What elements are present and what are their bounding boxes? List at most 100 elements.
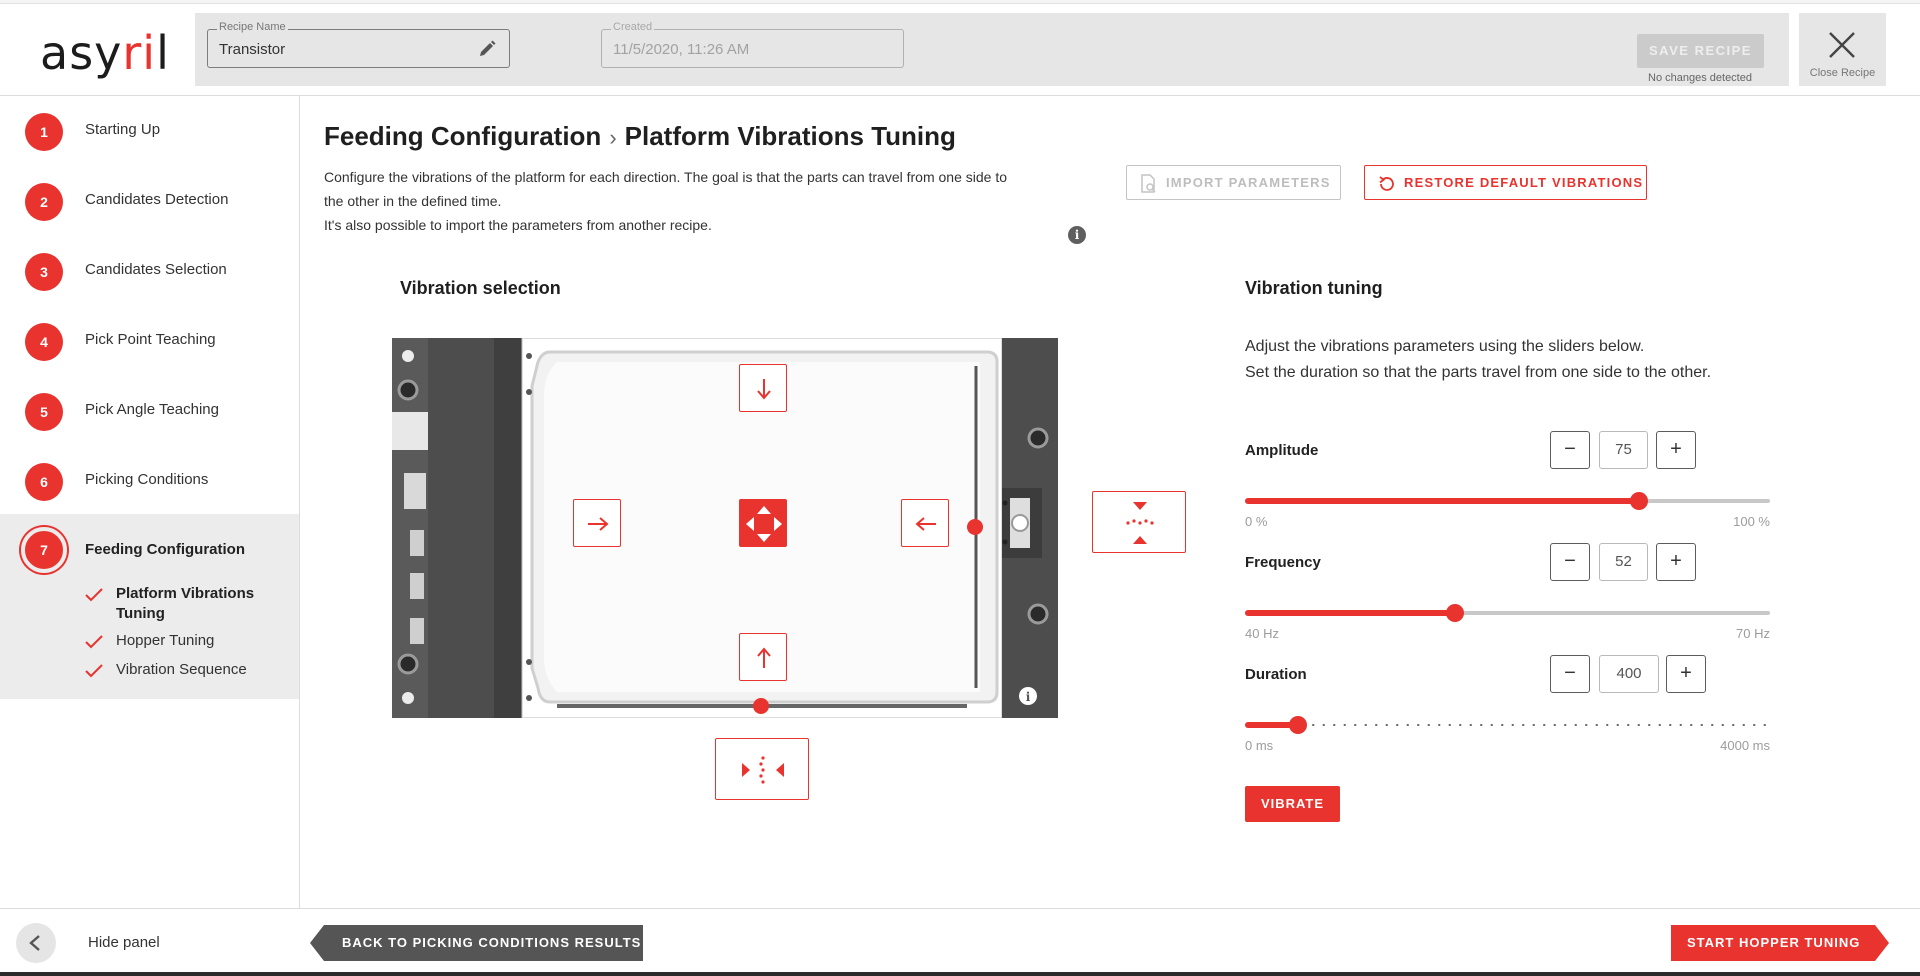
logo-text: asy: [40, 26, 123, 80]
slider-thumb[interactable]: [1630, 492, 1648, 510]
info-icon[interactable]: i: [1068, 226, 1086, 244]
close-recipe-button[interactable]: Close Recipe: [1799, 13, 1886, 86]
description-line: the other in the defined time.: [324, 193, 502, 209]
sidebar-step-pick-point-teaching[interactable]: 4 Pick Point Teaching: [0, 306, 299, 376]
restore-default-vibrations-button[interactable]: RESTORE DEFAULT VIBRATIONS: [1364, 165, 1647, 200]
step-label: Candidates Detection: [85, 191, 229, 208]
direction-right-button[interactable]: [573, 499, 621, 547]
arrow-down-icon: [757, 379, 771, 400]
slider-ticks: [1245, 724, 1770, 726]
start-hopper-tuning-button[interactable]: START HOPPER TUNING: [1671, 925, 1889, 961]
step-number: 2: [25, 183, 63, 221]
step-label: Feeding Configuration: [85, 541, 245, 558]
created-label: Created: [611, 21, 655, 33]
direction-converge-horizontal-button[interactable]: [715, 738, 809, 800]
step-label: Pick Point Teaching: [85, 331, 216, 348]
created-field: Created 11/5/2020, 11:26 AM: [601, 21, 904, 68]
save-recipe-button[interactable]: SAVE RECIPE: [1637, 34, 1764, 68]
slider-thumb[interactable]: [1289, 716, 1307, 734]
taskbar-strip: [0, 972, 1920, 976]
import-parameters-button[interactable]: IMPORT PARAMETERS: [1126, 165, 1341, 200]
frequency-max-label: 70 Hz: [1736, 626, 1770, 641]
recipe-name-field[interactable]: Recipe Name Transistor: [207, 21, 510, 68]
sidebar-step-pick-angle-teaching[interactable]: 5 Pick Angle Teaching: [0, 376, 299, 446]
duration-label: Duration: [1245, 666, 1307, 683]
step-number: 4: [25, 323, 63, 361]
created-value: 11/5/2020, 11:26 AM: [613, 41, 750, 58]
tuning-text-line: Adjust the vibrations parameters using t…: [1245, 338, 1645, 355]
svg-text:i: i: [1026, 690, 1031, 704]
substep-label: Hopper Tuning: [116, 632, 215, 649]
amplitude-decrement-button[interactable]: −: [1550, 431, 1590, 469]
recipe-bar: Recipe Name Transistor Created 11/5/2020…: [195, 13, 1789, 86]
page-title: Feeding Configuration › Platform Vibration…: [324, 121, 956, 152]
amplitude-value[interactable]: 75: [1599, 431, 1648, 469]
hide-panel-label[interactable]: Hide panel: [88, 934, 160, 951]
logo-text-end: l: [156, 26, 170, 80]
frequency-slider[interactable]: [1245, 601, 1770, 625]
duration-increment-button[interactable]: +: [1666, 655, 1706, 693]
direction-converge-vertical-button[interactable]: [1092, 491, 1186, 553]
tuning-text-line: Set the duration so that the parts trave…: [1245, 364, 1712, 381]
converge-vertical-icon: [1126, 502, 1154, 544]
arrow-right-icon: [588, 517, 609, 531]
direction-up-button[interactable]: [739, 633, 787, 681]
converge-horizontal-icon: [742, 756, 784, 784]
tuning-instructions: Adjust the vibrations parameters using t…: [1245, 334, 1845, 386]
logo-text-accent: ri: [122, 26, 157, 80]
breadcrumb-parent[interactable]: Feeding Configuration: [324, 121, 601, 151]
vibrate-button[interactable]: VIBRATE: [1245, 786, 1340, 822]
step-number: 1: [25, 113, 63, 151]
header: asyril Recipe Name Transistor Created 11…: [0, 4, 1920, 96]
sidebar-step-candidates-detection[interactable]: 2 Candidates Detection: [0, 166, 299, 236]
step-label: Pick Angle Teaching: [85, 401, 219, 418]
step-number: 7: [21, 527, 67, 573]
amplitude-min-label: 0 %: [1245, 514, 1268, 529]
direction-down-button[interactable]: [739, 364, 787, 412]
frequency-min-label: 40 Hz: [1245, 626, 1279, 641]
duration-value[interactable]: 400: [1599, 655, 1659, 693]
sidebar-step-feeding-configuration[interactable]: 7 Feeding Configuration Platform Vibrati…: [0, 514, 299, 699]
vibration-tuning-title: Vibration tuning: [1245, 278, 1383, 298]
hide-panel-bar: Hide panel: [0, 908, 300, 976]
breadcrumb-separator: ›: [609, 125, 617, 150]
arrow-left-icon: [915, 517, 936, 531]
vibration-selection-title: Vibration selection: [400, 278, 561, 298]
duration-slider[interactable]: [1245, 713, 1770, 737]
description-line: It's also possible to import the paramet…: [324, 217, 712, 233]
hide-panel-button[interactable]: [16, 923, 56, 963]
chevron-left-icon: [29, 935, 40, 951]
slider-fill: [1245, 610, 1455, 616]
direction-all-button[interactable]: [739, 499, 787, 547]
amplitude-increment-button[interactable]: +: [1656, 431, 1696, 469]
back-to-picking-conditions-button[interactable]: BACK TO PICKING CONDITIONS RESULTS: [310, 925, 643, 961]
duration-min-label: 0 ms: [1245, 738, 1274, 753]
direction-left-button[interactable]: [901, 499, 949, 547]
main-content: Feeding Configuration › Platform Vibration…: [300, 96, 1920, 908]
asyril-logo: asyril: [40, 26, 170, 80]
platform-diagram: i: [392, 337, 1186, 800]
steps-sidebar: 1 Starting Up 2 Candidates Detection 3 C…: [0, 96, 300, 908]
frequency-decrement-button[interactable]: −: [1550, 543, 1590, 581]
frequency-value[interactable]: 52: [1599, 543, 1648, 581]
step-label: Starting Up: [85, 121, 161, 138]
substep-label: Vibration Sequence: [116, 661, 247, 678]
restore-default-vibrations-label: RESTORE DEFAULT VIBRATIONS: [1404, 175, 1644, 190]
sidebar-step-picking-conditions[interactable]: 6 Picking Conditions: [0, 446, 299, 516]
step-label: Candidates Selection: [85, 261, 227, 278]
restore-icon: [1379, 176, 1394, 191]
duration-max-label: 4000 ms: [1720, 738, 1770, 753]
spread-all-directions-icon: [746, 506, 782, 542]
amplitude-slider[interactable]: [1245, 489, 1770, 513]
duration-decrement-button[interactable]: −: [1550, 655, 1590, 693]
recipe-name-label: Recipe Name: [217, 21, 288, 33]
close-icon: [1829, 32, 1855, 58]
recipe-name-value[interactable]: Transistor: [219, 41, 285, 58]
pencil-icon[interactable]: [477, 39, 497, 59]
footer-nav: BACK TO PICKING CONDITIONS RESULTS START…: [300, 908, 1920, 976]
frequency-increment-button[interactable]: +: [1656, 543, 1696, 581]
close-recipe-label: Close Recipe: [1809, 67, 1876, 79]
sidebar-step-starting-up[interactable]: 1 Starting Up: [0, 96, 299, 166]
slider-thumb[interactable]: [1446, 604, 1464, 622]
sidebar-step-candidates-selection[interactable]: 3 Candidates Selection: [0, 236, 299, 306]
